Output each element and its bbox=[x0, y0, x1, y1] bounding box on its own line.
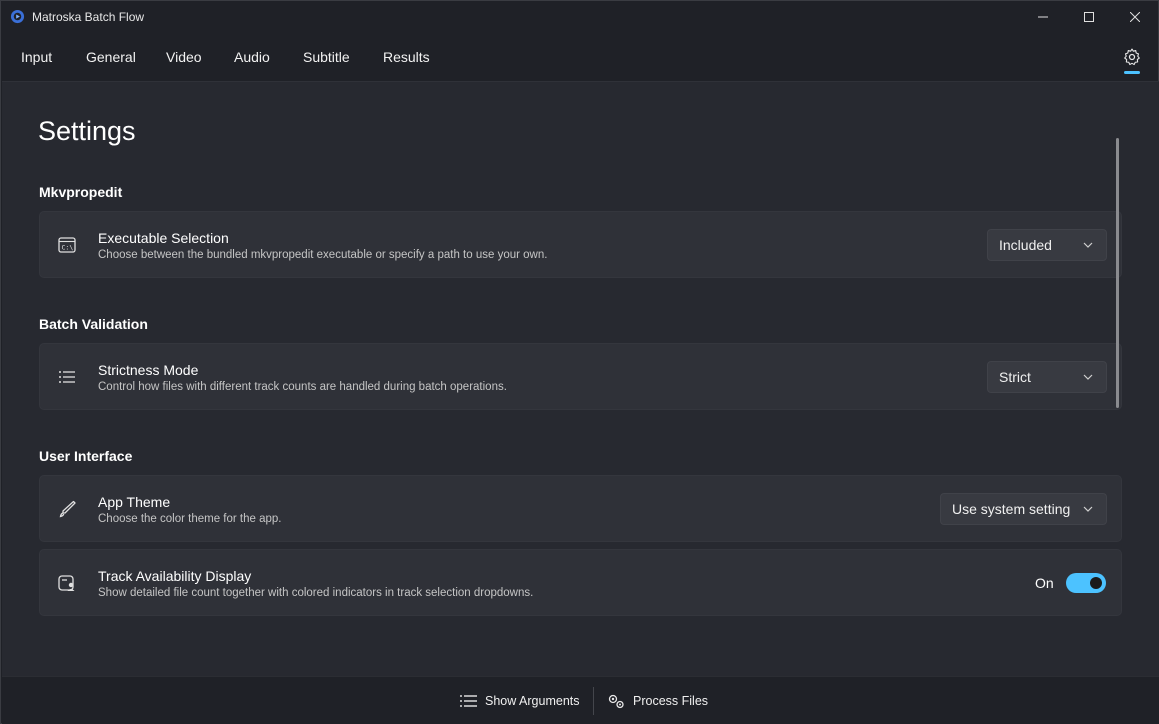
tab-subtitle[interactable]: Subtitle bbox=[303, 49, 350, 65]
toggle-knob bbox=[1090, 577, 1102, 589]
app-logo-icon bbox=[10, 9, 25, 24]
vertical-scrollbar[interactable] bbox=[1116, 138, 1119, 408]
tab-audio[interactable]: Audio bbox=[234, 49, 270, 65]
tab-video[interactable]: Video bbox=[166, 49, 202, 65]
minimize-icon bbox=[1038, 16, 1048, 18]
console-icon: C:\ bbox=[58, 237, 76, 253]
command-bar: Show Arguments Process Files bbox=[2, 676, 1159, 724]
executable-selection-dropdown[interactable]: Included bbox=[987, 229, 1107, 261]
card-description: Choose the color theme for the app. bbox=[98, 513, 282, 525]
dropdown-value: Use system setting bbox=[952, 501, 1071, 517]
process-files-button[interactable]: Process Files bbox=[607, 677, 708, 724]
show-arguments-label: Show Arguments bbox=[485, 694, 580, 708]
close-button[interactable] bbox=[1112, 1, 1158, 33]
app-window: Matroska Batch Flow Input General Video … bbox=[0, 0, 1159, 724]
show-arguments-button[interactable]: Show Arguments bbox=[460, 677, 580, 724]
card-title: App Theme bbox=[98, 494, 171, 510]
dropdown-value: Included bbox=[999, 237, 1052, 253]
strictness-mode-dropdown[interactable]: Strict bbox=[987, 361, 1107, 393]
setting-card-strictness-mode: Strictness Mode Control how files with d… bbox=[39, 343, 1122, 410]
setting-card-track-availability: Track Availability Display Show detailed… bbox=[39, 549, 1122, 616]
card-description: Choose between the bundled mkvpropedit e… bbox=[98, 249, 548, 261]
chevron-down-icon bbox=[1083, 374, 1093, 380]
setting-card-executable-selection: C:\ Executable Selection Choose between … bbox=[39, 211, 1122, 278]
chevron-down-icon bbox=[1083, 506, 1093, 512]
track-display-icon bbox=[58, 575, 75, 591]
setting-card-app-theme: App Theme Choose the color theme for the… bbox=[39, 475, 1122, 542]
maximize-icon bbox=[1084, 12, 1094, 22]
list-icon bbox=[59, 371, 75, 383]
close-icon bbox=[1130, 12, 1140, 22]
settings-page: Settings Mkvpropedit C:\ Executable Sele… bbox=[2, 81, 1159, 676]
dropdown-value: Strict bbox=[999, 369, 1031, 385]
top-nav: Input General Video Audio Subtitle Resul… bbox=[1, 33, 1158, 81]
tab-input[interactable]: Input bbox=[21, 49, 52, 65]
card-title: Executable Selection bbox=[98, 230, 229, 246]
tab-results[interactable]: Results bbox=[383, 49, 430, 65]
gears-icon bbox=[608, 694, 624, 709]
page-title: Settings bbox=[38, 116, 136, 146]
track-availability-toggle[interactable] bbox=[1066, 573, 1106, 593]
minimize-button[interactable] bbox=[1020, 1, 1066, 33]
maximize-button[interactable] bbox=[1066, 1, 1112, 33]
process-files-label: Process Files bbox=[633, 694, 709, 708]
selected-tab-indicator bbox=[1124, 71, 1140, 74]
footer-separator bbox=[593, 687, 594, 715]
card-title: Strictness Mode bbox=[98, 362, 199, 378]
section-title-mkvpropedit: Mkvpropedit bbox=[39, 184, 123, 200]
toggle-state-label: On bbox=[1035, 575, 1054, 591]
card-description: Show detailed file count together with c… bbox=[98, 587, 534, 599]
section-title-user-interface: User Interface bbox=[39, 448, 133, 464]
brush-icon bbox=[59, 500, 76, 518]
title-bar: Matroska Batch Flow bbox=[1, 1, 1158, 33]
list-icon bbox=[460, 695, 477, 707]
gear-icon[interactable] bbox=[1122, 47, 1142, 67]
card-description: Control how files with different track c… bbox=[98, 381, 507, 393]
chevron-down-icon bbox=[1083, 242, 1093, 248]
app-theme-dropdown[interactable]: Use system setting bbox=[940, 493, 1107, 525]
tab-general[interactable]: General bbox=[86, 49, 136, 65]
window-title: Matroska Batch Flow bbox=[32, 10, 145, 24]
svg-text:C:\: C:\ bbox=[62, 244, 74, 252]
section-title-batch-validation: Batch Validation bbox=[39, 316, 148, 332]
card-title: Track Availability Display bbox=[98, 568, 252, 584]
